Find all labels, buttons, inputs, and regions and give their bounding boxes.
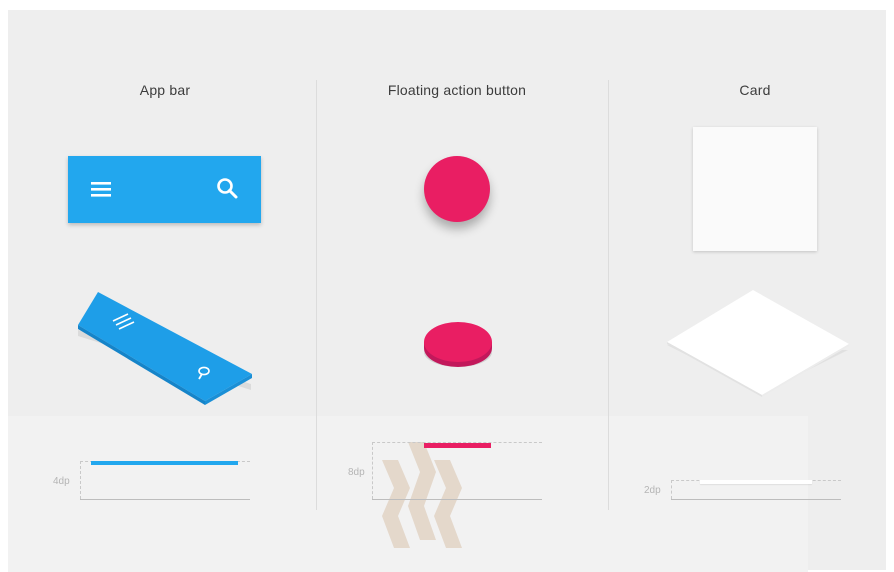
elevation-guide [80, 461, 81, 499]
card-isometric [667, 290, 849, 397]
elevation-label-card: 2dp [644, 485, 661, 496]
elevation-label-app-bar: 4dp [53, 476, 70, 487]
app-bar-isometric [78, 292, 252, 405]
elevation-guide [372, 442, 373, 499]
card-elevation-bar [700, 480, 812, 484]
elevation-label-fab: 8dp [348, 467, 365, 478]
fab-elevation-bar [424, 443, 491, 448]
baseline [372, 499, 542, 500]
baseline [671, 499, 841, 500]
baseline [80, 499, 250, 500]
app-bar-elevation-bar [91, 461, 238, 465]
elevation-guide [671, 480, 672, 499]
floating-action-button-isometric [424, 322, 492, 367]
logo-watermark [382, 442, 462, 548]
